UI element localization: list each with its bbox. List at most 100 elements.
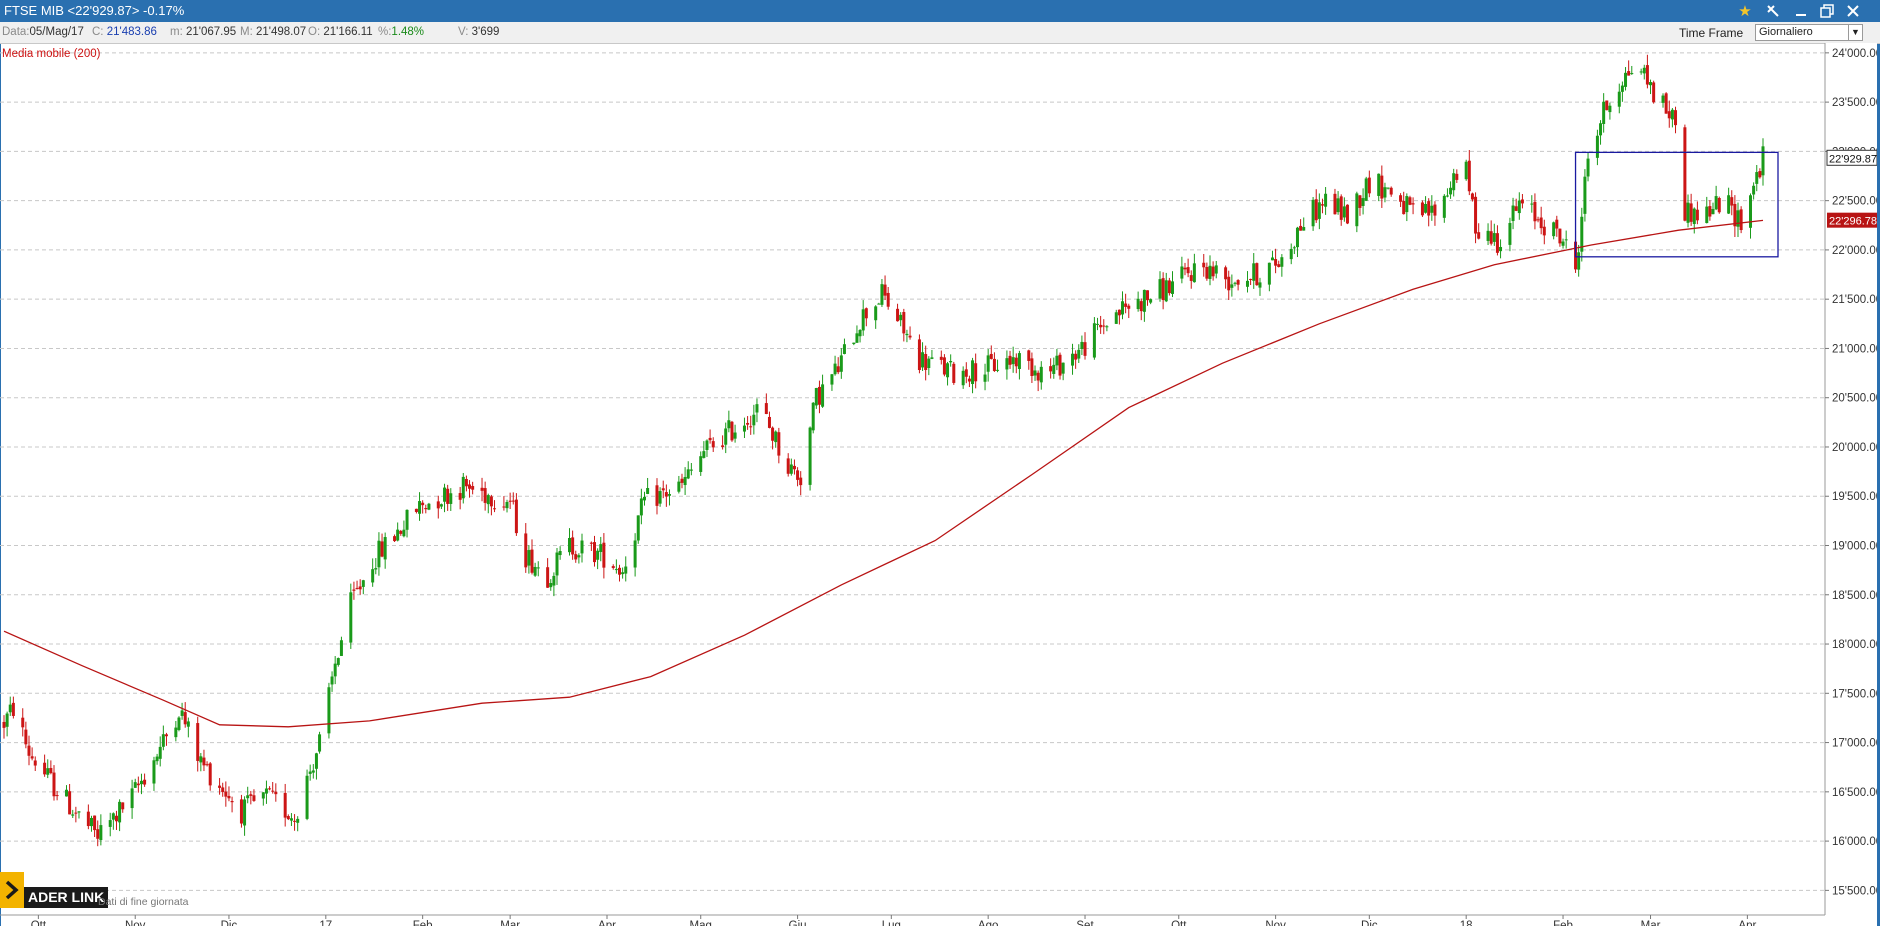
star-icon[interactable]: ★ (1732, 1, 1758, 21)
candle-body (164, 734, 168, 737)
minimize-icon[interactable] (1788, 1, 1814, 21)
y-tick-label: 18'000.00 (1832, 639, 1877, 651)
y-tick-label: 17'000.00 (1832, 738, 1877, 750)
candle-body (1758, 171, 1762, 178)
candle-body (8, 704, 12, 713)
candle-body (833, 363, 837, 375)
candle-body (1183, 267, 1187, 270)
candle-body (483, 488, 487, 503)
candle-body (839, 355, 843, 372)
candle-body (1080, 341, 1084, 349)
candle-body (1511, 205, 1515, 222)
candle-body (799, 477, 803, 486)
candle-body (424, 508, 428, 510)
candle-body (568, 537, 572, 553)
candle-body (1383, 187, 1387, 198)
candle-body (727, 420, 731, 429)
candle-body (289, 818, 293, 821)
candle-body (221, 787, 225, 793)
candle-body (552, 575, 556, 586)
quote-info-bar: Data:05/Mag/17 C: 21'483.86 m: 21'067.95… (0, 22, 1880, 44)
candle-body (1674, 110, 1678, 126)
candle-body (689, 469, 693, 471)
candle-body (33, 760, 37, 766)
candle-body (1230, 284, 1234, 288)
candle-body (286, 816, 290, 820)
candle-body (1489, 231, 1493, 244)
candle-body (1364, 178, 1368, 201)
candle-body (1445, 195, 1449, 197)
candle-body (755, 404, 759, 413)
x-tick-label: Mar (1641, 920, 1661, 926)
candle-body (602, 542, 606, 568)
candle-body (249, 794, 253, 796)
candle-body (1692, 208, 1696, 224)
candle-body (1427, 201, 1431, 216)
candle-body (377, 540, 381, 568)
candle-body (1008, 355, 1012, 365)
candle-body (705, 440, 709, 450)
candle-body (239, 799, 243, 824)
candle-body (77, 811, 81, 813)
candle-body (792, 465, 796, 470)
candle-body (1258, 282, 1262, 288)
candle-body (1608, 105, 1612, 113)
candle-body (930, 357, 934, 359)
candle-body (261, 792, 265, 799)
candle-body (296, 818, 300, 823)
candle-body (399, 530, 403, 534)
candle-body (511, 500, 515, 502)
candle-body (318, 734, 322, 752)
candle-body (733, 432, 737, 439)
candle-body (555, 552, 559, 576)
candle-body (1424, 203, 1428, 213)
candle-body (811, 402, 815, 431)
candle-body (1336, 198, 1340, 213)
candle-body (1114, 312, 1118, 324)
candle-body (536, 567, 540, 569)
candle-body (1561, 241, 1565, 246)
candle-body (986, 355, 990, 372)
y-tick-label: 23'500.00 (1832, 97, 1877, 109)
ma-price-label: 22'296.78 (1829, 216, 1877, 228)
pct-info: %:1.48% (378, 26, 425, 38)
price-chart[interactable]: 15'500.00 16'000.00 16'500.00 17'000.00 17'5… (0, 43, 1877, 926)
candle-body (52, 772, 56, 797)
candle-body (1005, 358, 1009, 370)
x-tick-label: Ott (31, 920, 47, 926)
timeframe-select[interactable]: Giornaliero ▼ (1755, 24, 1863, 41)
candle-body (1205, 266, 1209, 279)
candle-body (502, 506, 506, 508)
candle-body (1514, 206, 1518, 211)
candle-body (405, 509, 409, 530)
candle-body (1586, 158, 1590, 177)
candle-body (580, 540, 584, 554)
candle-body (421, 502, 425, 506)
close-icon[interactable] (1840, 1, 1866, 21)
candle-body (614, 569, 618, 571)
candle-body (1149, 299, 1153, 303)
candle-body (99, 825, 103, 841)
candle-body (1255, 263, 1259, 286)
candle-body (1314, 199, 1318, 221)
candle-body (439, 504, 443, 507)
candle-body (24, 729, 28, 745)
chevron-down-icon[interactable]: ▼ (1848, 25, 1862, 40)
candle-body (1595, 135, 1599, 158)
candle-body (1530, 203, 1534, 205)
candle-body (1486, 230, 1490, 241)
candle-body (1455, 173, 1459, 180)
candle-body (118, 801, 122, 823)
x-tick-label: Dic (1361, 920, 1378, 926)
candle-body (449, 493, 453, 504)
candle-body (1408, 197, 1412, 205)
candle-body (161, 734, 165, 747)
candle-body (767, 416, 771, 428)
candle-body (1670, 109, 1674, 120)
restore-icon[interactable] (1814, 1, 1840, 21)
pin-icon[interactable] (1760, 1, 1786, 21)
candle-body (533, 566, 537, 576)
candle-body (1539, 217, 1543, 229)
x-tick-label: Lug (882, 920, 901, 926)
candle-body (196, 723, 200, 761)
